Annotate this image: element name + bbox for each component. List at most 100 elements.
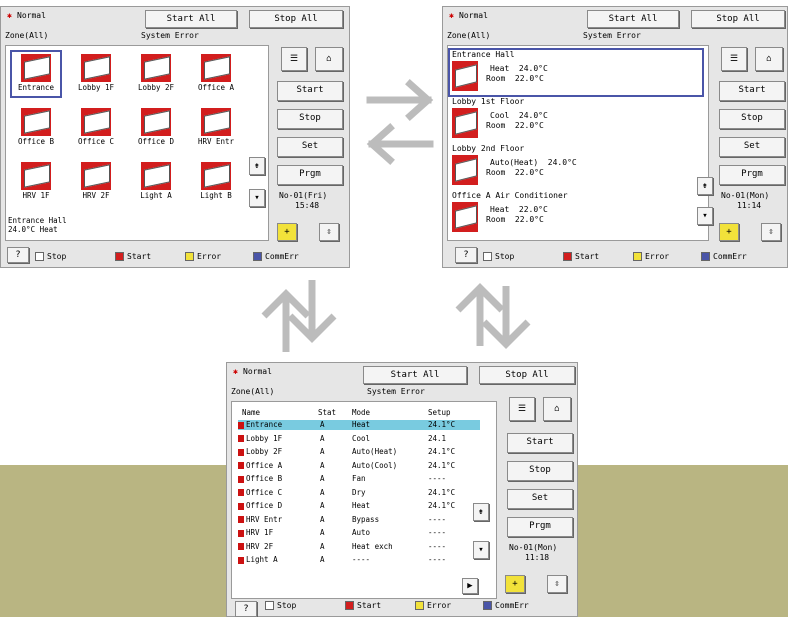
- list-view-icon[interactable]: ☰: [509, 397, 535, 421]
- start-button[interactable]: Start: [719, 81, 785, 101]
- unit-tile[interactable]: Entrance: [10, 50, 62, 98]
- unit-tile-label: Entrance: [17, 83, 55, 92]
- unit-tile[interactable]: Lobby 1F: [72, 52, 120, 96]
- scroll-down-button[interactable]: ▾: [473, 541, 489, 559]
- building-icon[interactable]: ⌂: [543, 397, 571, 421]
- unit-tile-label: Lobby 1F: [77, 83, 115, 92]
- set-button[interactable]: Set: [507, 489, 573, 509]
- scroll-page-button[interactable]: ⇟: [249, 157, 265, 175]
- stop-all-button[interactable]: Stop All: [479, 366, 575, 384]
- system-error-label: System Error: [367, 387, 425, 396]
- legend-error-swatch: [185, 252, 194, 261]
- table-row[interactable]: Entrance A Heat 24.1°C: [238, 420, 480, 430]
- scroll-right-button[interactable]: ▶: [462, 578, 478, 594]
- next-page-icon[interactable]: ⇳: [319, 223, 339, 241]
- table-row[interactable]: Office C A Dry 24.1°C: [238, 488, 480, 498]
- cell-name: Lobby 1F: [246, 433, 283, 443]
- stop-all-button[interactable]: Stop All: [691, 10, 785, 28]
- next-page-icon[interactable]: ⇳: [761, 223, 781, 241]
- column-header-name: Name: [242, 408, 261, 417]
- unit-tile[interactable]: HRV Entr: [192, 106, 240, 150]
- unit-detail-entry[interactable]: Office A Air Conditioner Heat 22.0°C Room …: [450, 191, 702, 236]
- mode-label: Normal: [17, 11, 46, 20]
- start-all-button[interactable]: Start All: [587, 10, 679, 28]
- air-conditioner-icon: [81, 108, 111, 136]
- start-button[interactable]: Start: [507, 433, 573, 453]
- swap-arrows-icon: [261, 280, 337, 352]
- unit-tile[interactable]: HRV 2F: [72, 160, 120, 204]
- unit-detail-entry[interactable]: Entrance Hall Heat 24.0°C Room 22.0°C: [448, 48, 704, 97]
- unit-status-marker: [238, 516, 244, 523]
- cell-stat: A: [320, 460, 325, 470]
- table-row[interactable]: Lobby 2F A Auto(Heat) 24.1°C: [238, 447, 480, 457]
- scroll-page-button[interactable]: ⇟: [473, 503, 489, 521]
- unit-detail-room-temp: Room 22.0°C: [486, 121, 544, 130]
- set-button[interactable]: Set: [277, 137, 343, 157]
- mode-label: Normal: [459, 11, 488, 20]
- table-row[interactable]: Lobby 1F A Cool 24.1: [238, 434, 480, 444]
- table-row[interactable]: Light A A ---- ----: [238, 555, 480, 565]
- column-header-mode: Mode: [352, 408, 371, 417]
- scroll-page-button[interactable]: ⇟: [697, 177, 713, 195]
- table-row[interactable]: Office A A Auto(Cool) 24.1°C: [238, 461, 480, 471]
- unit-status-marker: [238, 421, 244, 429]
- unit-detail-entry[interactable]: Lobby 1st Floor Cool 24.0°C Room 22.0°C: [450, 97, 702, 142]
- set-button[interactable]: Set: [719, 137, 785, 157]
- unit-tile[interactable]: Light B: [192, 160, 240, 204]
- unit-tile-label: HRV 2F: [82, 191, 110, 200]
- program-button[interactable]: Prgm: [277, 165, 343, 185]
- air-conditioner-icon: [141, 54, 171, 82]
- table-row[interactable]: HRV 2F A Heat exch ----: [238, 542, 480, 552]
- air-conditioner-icon: [21, 162, 51, 190]
- list-view-icon[interactable]: ☰: [721, 47, 747, 71]
- cell-stat: A: [320, 528, 325, 537]
- legend-start-label: Start: [127, 252, 152, 261]
- unit-tile[interactable]: Office B: [12, 106, 60, 150]
- clock-time: 11:14: [737, 201, 762, 210]
- icon-view-panel: ✱ Normal Start All Stop All Zone(All) Sy…: [0, 6, 350, 268]
- cell-mode: Heat: [352, 501, 371, 510]
- program-button[interactable]: Prgm: [719, 165, 785, 185]
- start-all-button[interactable]: Start All: [145, 10, 237, 28]
- alert-icon: ✱: [233, 367, 238, 376]
- unit-tile[interactable]: Lobby 2F: [132, 52, 180, 96]
- unit-detail-setpoint: Auto(Heat) 24.0°C: [490, 158, 577, 167]
- unit-detail-room-temp: Room 22.0°C: [486, 74, 544, 83]
- start-all-button[interactable]: Start All: [363, 366, 467, 384]
- air-conditioner-icon: [452, 202, 478, 232]
- cell-name: Light A: [246, 555, 278, 564]
- building-icon[interactable]: ⌂: [755, 47, 783, 71]
- scroll-down-button[interactable]: ▾: [249, 189, 265, 207]
- unit-detail-entry[interactable]: Lobby 2nd Floor Auto(Heat) 24.0°C Room 22.…: [450, 144, 702, 189]
- cell-mode: Heat: [352, 420, 371, 429]
- building-icon[interactable]: ⌂: [315, 47, 343, 71]
- table-row[interactable]: Office D A Heat 24.1°C: [238, 501, 480, 511]
- start-button[interactable]: Start: [277, 81, 343, 101]
- unit-tile[interactable]: Office A: [192, 52, 240, 96]
- stop-all-button[interactable]: Stop All: [249, 10, 343, 28]
- table-row[interactable]: Office B A Fan ----: [238, 474, 480, 484]
- next-page-icon[interactable]: ⇳: [547, 575, 567, 593]
- plus-icon[interactable]: +: [505, 575, 525, 593]
- plus-icon[interactable]: +: [277, 223, 297, 241]
- unit-tile[interactable]: Office D: [132, 106, 180, 150]
- stop-button[interactable]: Stop: [507, 461, 573, 481]
- table-row[interactable]: HRV 1F A Auto ----: [238, 528, 480, 538]
- cell-mode: Auto: [352, 528, 371, 537]
- program-button[interactable]: Prgm: [507, 517, 573, 537]
- unit-detail-name: Office A Air Conditioner: [452, 191, 568, 200]
- legend-start-label: Start: [357, 601, 382, 610]
- plus-icon[interactable]: +: [719, 223, 739, 241]
- unit-tile[interactable]: Office C: [72, 106, 120, 150]
- stop-button[interactable]: Stop: [719, 109, 785, 129]
- list-view-icon[interactable]: ☰: [281, 47, 307, 71]
- legend-commerr-swatch: [253, 252, 262, 261]
- legend-commerr-label: CommErr: [265, 252, 299, 261]
- legend-commerr-label: CommErr: [495, 601, 529, 610]
- unit-tile[interactable]: HRV 1F: [12, 160, 60, 204]
- cell-name: Office A: [246, 460, 283, 470]
- unit-tile[interactable]: Light A: [132, 160, 180, 204]
- stop-button[interactable]: Stop: [277, 109, 343, 129]
- table-row[interactable]: HRV Entr A Bypass ----: [238, 515, 480, 525]
- scroll-down-button[interactable]: ▾: [697, 207, 713, 225]
